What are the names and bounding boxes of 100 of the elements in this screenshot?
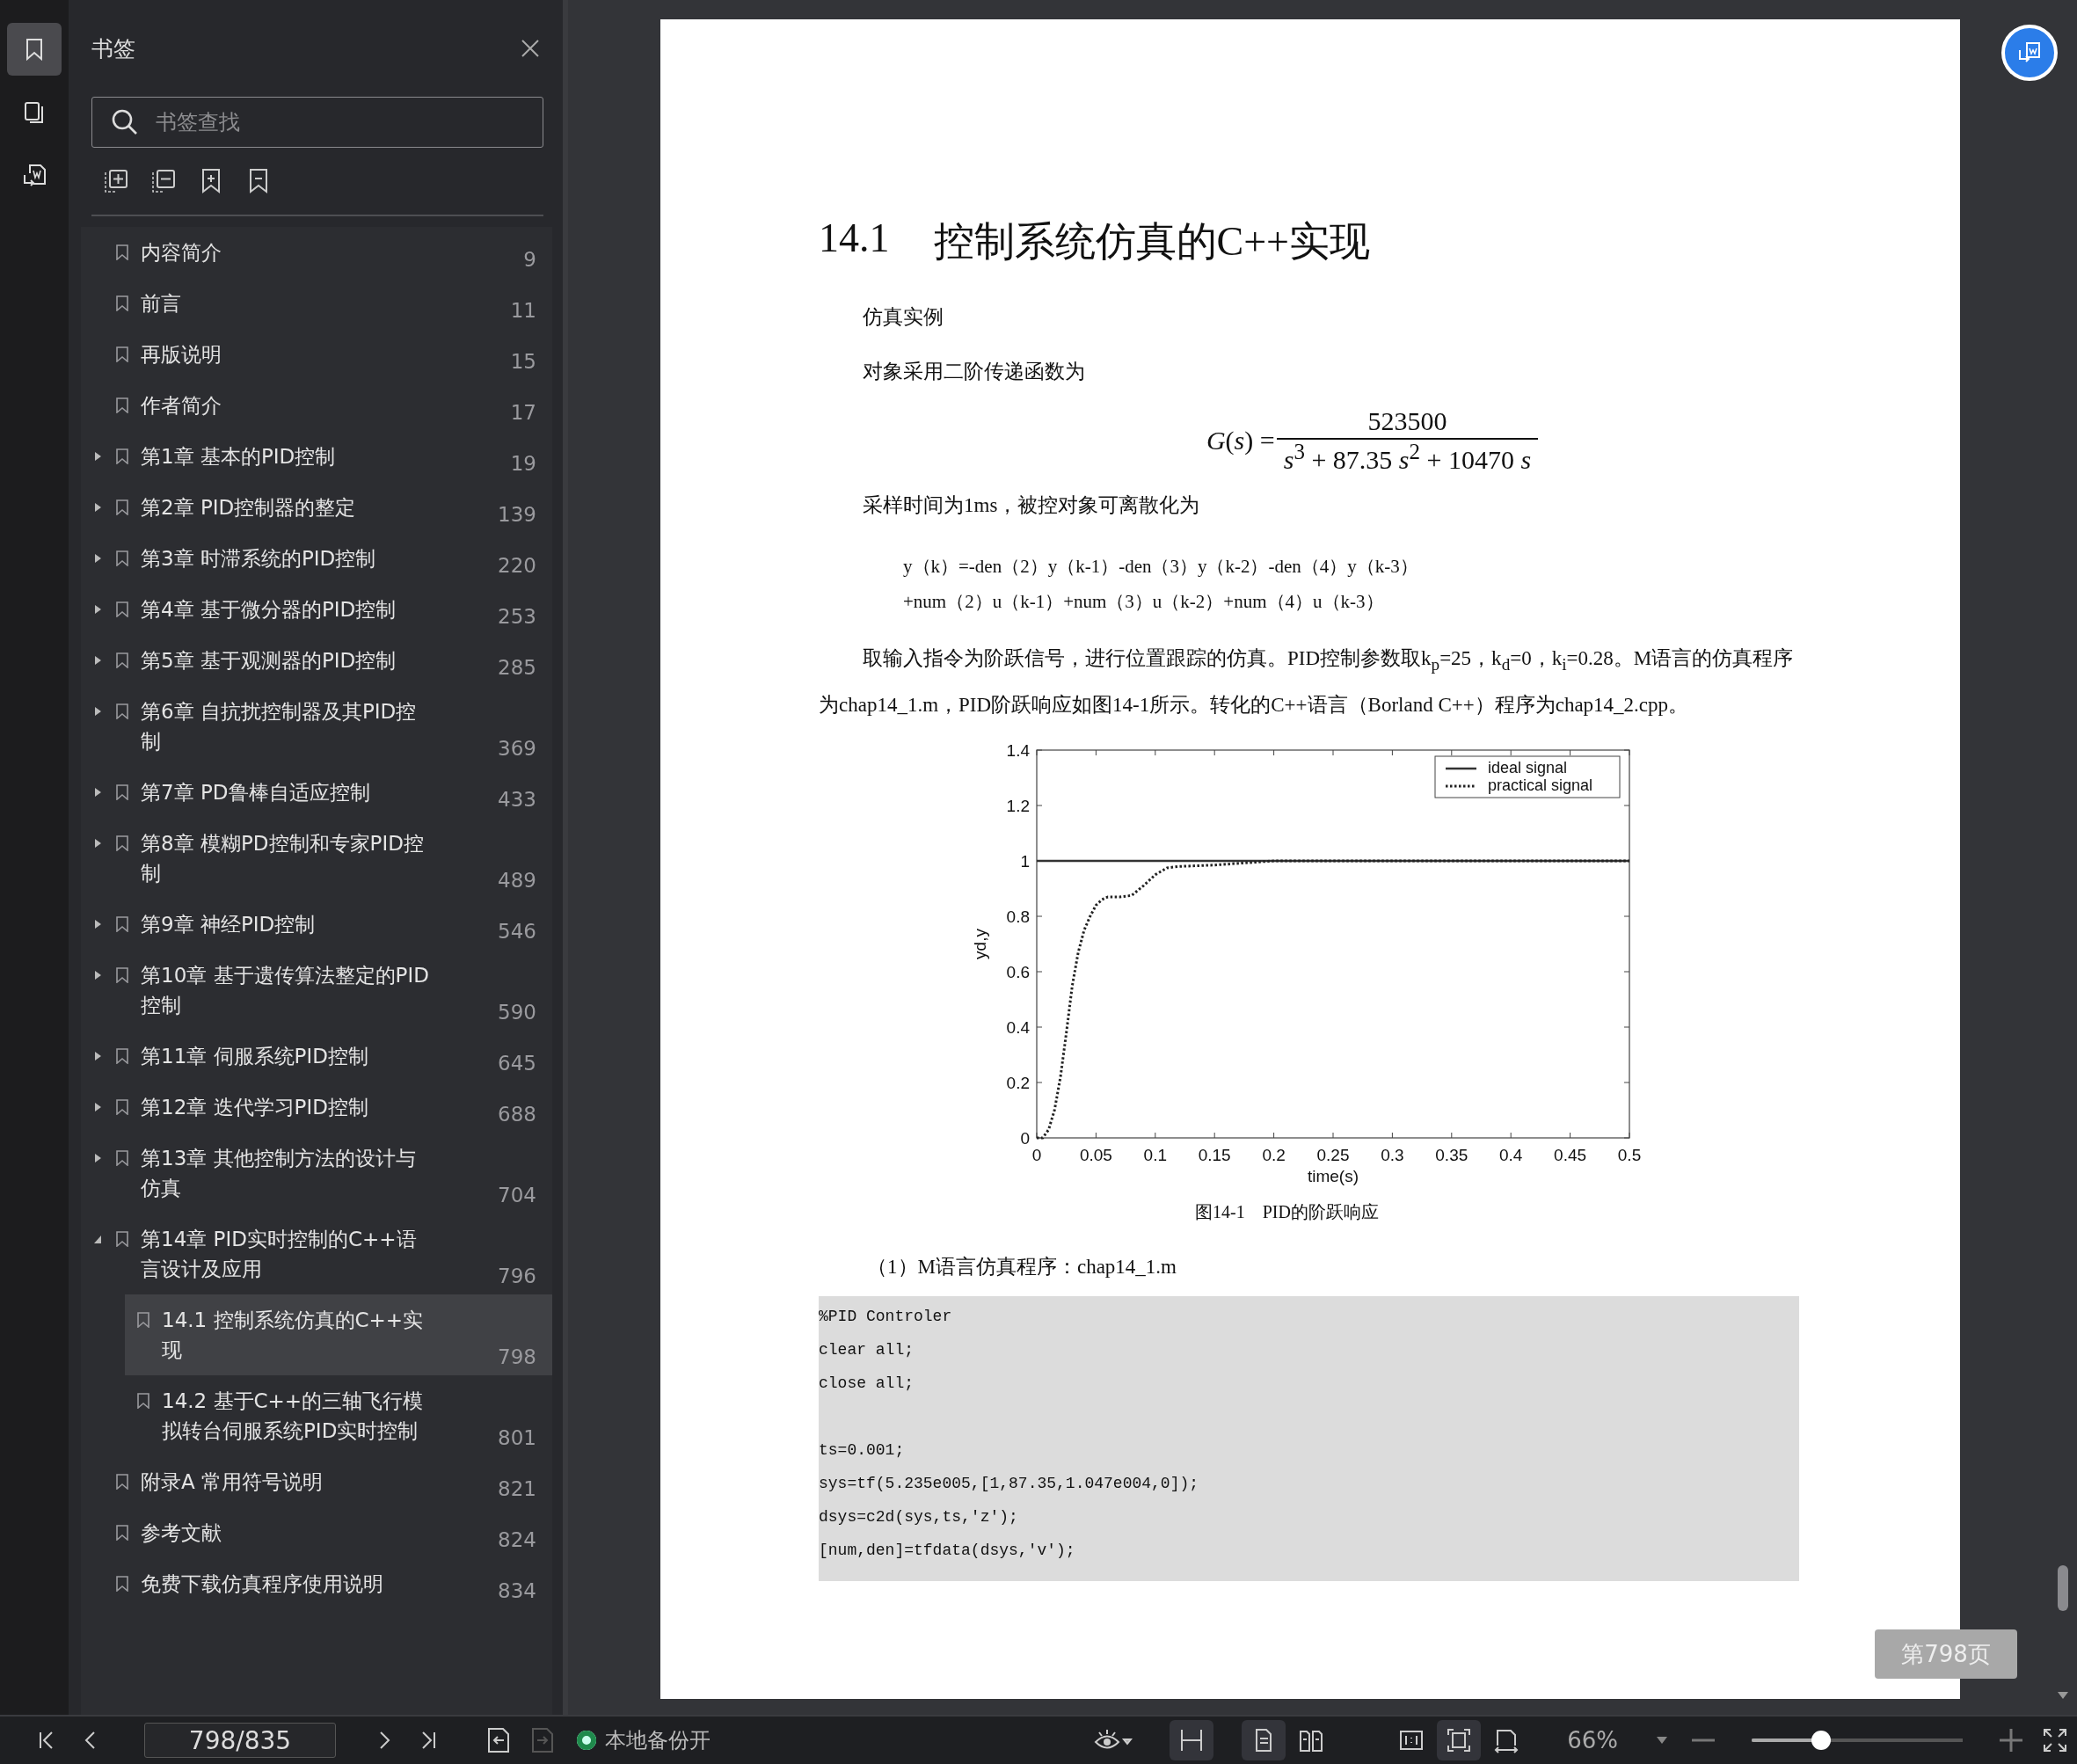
equation-line: y（k）=-den（2）y（k-1）-den（3）y（k-2）-den（4）y（k-3） <box>903 555 1419 579</box>
bookmark-icon <box>116 397 128 413</box>
code-line: %PID Controler <box>819 1306 953 1327</box>
y-axis-label: yd,y <box>971 928 989 959</box>
equation-line: +num（2）u（k-1）+num（3）u（k-2）+num（4）u（k-3） <box>903 590 1385 614</box>
bookmark-icon <box>116 601 128 617</box>
bookmark-item[interactable]: 第8章 模糊PD控制和专家PID控制 489 <box>81 818 552 899</box>
search-field[interactable]: 书签查找 <box>91 97 543 148</box>
collapsed-caret-icon[interactable] <box>93 1102 102 1112</box>
y-tick-label: 0.6 <box>1006 962 1030 981</box>
collapsed-caret-icon[interactable] <box>93 787 102 798</box>
scroll-down-icon[interactable] <box>2058 1692 2068 1699</box>
y-tick-label: 0.8 <box>1006 907 1030 926</box>
bookmark-item[interactable]: 内容简介 9 <box>81 227 552 278</box>
y-tick-label: 1.4 <box>1006 740 1030 760</box>
bookmark-item[interactable]: 第9章 神经PID控制 546 <box>81 899 552 950</box>
x-tick-label: 0.5 <box>1617 1145 1642 1164</box>
bookmark-item[interactable]: 第13章 其他控制方法的设计与仿真 704 <box>81 1133 552 1214</box>
paragraph: 采样时间为1ms，被控对象可离散化为 <box>862 493 1201 518</box>
bookmark-item[interactable]: 第2章 PID控制器的整定 139 <box>81 482 552 533</box>
bookmark-icon <box>116 703 128 719</box>
collapsed-caret-icon[interactable] <box>93 553 102 564</box>
convert-float-button[interactable] <box>2001 25 2058 81</box>
bookmark-icon <box>116 916 128 932</box>
paragraph: 仿真实例 <box>862 305 944 330</box>
collapsed-caret-icon[interactable] <box>93 970 102 980</box>
bookmark-item[interactable]: 第12章 迭代学习PID控制 688 <box>81 1082 552 1133</box>
figure-caption: 图14-1 PID的阶跃响应 <box>1194 1200 1380 1223</box>
x-tick-label: 0.4 <box>1499 1145 1523 1164</box>
bookmark-item[interactable]: 参考文献 824 <box>81 1507 552 1558</box>
caret-icon[interactable] <box>1657 1737 1667 1744</box>
x-tick-label: 0.35 <box>1435 1145 1468 1164</box>
scrollbar-thumb[interactable] <box>2058 1565 2068 1611</box>
y-tick-label: 1.2 <box>1006 796 1030 815</box>
page-number-field[interactable]: 798/835 <box>144 1723 336 1758</box>
bookmark-item[interactable]: 再版说明 15 <box>81 329 552 380</box>
code-line: sys=tf(5.235e005,[1,87.35,1.047e004,0]); <box>819 1473 1200 1494</box>
x-tick-label: 0.2 <box>1262 1145 1286 1164</box>
collapsed-caret-icon[interactable] <box>93 451 102 462</box>
formula-denominator: s$^{3}$ + 87.35 s$^{2}$ + 10470 s <box>1282 440 1533 475</box>
section-number: 14.1 <box>819 215 890 262</box>
x-tick-label: 0.25 <box>1316 1145 1350 1164</box>
bookmark-item[interactable]: 第5章 基于观测器的PID控制 285 <box>81 635 552 686</box>
page-indicator: 第798页 <box>1875 1629 2017 1679</box>
close-icon[interactable] <box>521 39 540 58</box>
code-line: close all; <box>819 1373 915 1394</box>
collapsed-caret-icon[interactable] <box>93 502 102 513</box>
y-tick-label: 0.2 <box>1006 1073 1030 1092</box>
fit-page-icon[interactable] <box>1437 1720 1482 1760</box>
bookmark-item[interactable]: 14.2 基于C++的三轴飞行模拟转台伺服系统PID实时控制 801 <box>125 1375 552 1456</box>
collapsed-caret-icon[interactable] <box>93 1153 102 1163</box>
bookmark-item[interactable]: 作者简介 17 <box>81 380 552 431</box>
formula-numerator: 523500 <box>1276 406 1539 440</box>
bookmark-item[interactable]: 第14章 PID实时控制的C++语言设计及应用 796 <box>81 1214 552 1294</box>
y-tick-label: 1 <box>1020 851 1030 871</box>
bookmark-item[interactable]: 第1章 基本的PID控制 19 <box>81 431 552 482</box>
bookmark-icon <box>116 784 128 800</box>
x-tick-label: 0.1 <box>1143 1145 1167 1164</box>
paragraph: 取输入指令为阶跃信号，进行位置跟踪的仿真。PID控制参数取k$_{p}$=25，k$_{d}$=0，k$_{i}$=0.28。M语言的仿真程序为chap14_1.m，PID阶跃响应如图14-1所示。转化的C++语言（Borland C++）程序为chap14_2.cpp。 <box>819 646 1795 718</box>
zoom-level[interactable]: 66% <box>1567 1727 1618 1753</box>
bookmark-item[interactable]: 附录A 常用符号说明 821 <box>81 1456 552 1507</box>
collapsed-caret-icon[interactable] <box>93 655 102 666</box>
single-page-icon[interactable] <box>1242 1720 1286 1760</box>
bookmark-item[interactable]: 第4章 基于微分器的PID控制 253 <box>81 584 552 635</box>
bookmark-icon <box>116 244 128 260</box>
y-tick-label: 0.4 <box>1006 1017 1030 1037</box>
x-tick-label: 0.45 <box>1554 1145 1587 1164</box>
collapsed-caret-icon[interactable] <box>93 919 102 929</box>
x-tick-label: 0.3 <box>1381 1145 1404 1164</box>
collapsed-caret-icon[interactable] <box>93 604 102 615</box>
bookmark-item[interactable]: 第3章 时滞系统的PID控制 220 <box>81 533 552 584</box>
bookmark-item[interactable]: 第6章 自抗扰控制器及其PID控制 369 <box>81 686 552 767</box>
legend-label: practical signal <box>1488 776 1593 794</box>
bookmark-item[interactable]: 第11章 伺服系统PID控制 645 <box>81 1031 552 1082</box>
pages-icon[interactable] <box>24 101 45 124</box>
collapsed-caret-icon[interactable] <box>93 1051 102 1061</box>
x-tick-label: 0.05 <box>1079 1145 1112 1164</box>
legend-solid-line <box>1446 767 1476 769</box>
bookmark-item[interactable]: 前言 11 <box>81 278 552 329</box>
bookmark-item[interactable]: 第7章 PD鲁棒自适应控制 433 <box>81 767 552 818</box>
bookmark-icon <box>137 1312 149 1328</box>
collapsed-caret-icon[interactable] <box>93 838 102 849</box>
bookmark-item[interactable]: 免费下载仿真程序使用说明 834 <box>81 1558 552 1609</box>
fit-width-icon[interactable] <box>1170 1720 1214 1760</box>
bookmark-icon <box>116 550 128 566</box>
bookmark-icon <box>116 1048 128 1064</box>
program-title: （1）M语言仿真程序：chap14_1.m <box>866 1254 1177 1279</box>
expanded-caret-icon[interactable] <box>93 1234 102 1244</box>
code-line: ts=0.001; <box>819 1440 906 1461</box>
search-icon <box>111 108 139 136</box>
bookmark-item[interactable]: 14.1 控制系统仿真的C++实现 798 <box>125 1294 552 1375</box>
bookmark-item[interactable]: 第10章 基于遗传算法整定的PID控制 590 <box>81 950 552 1031</box>
bookmark-icon[interactable] <box>26 38 43 61</box>
bookmark-panel-button[interactable] <box>7 23 62 76</box>
collapsed-caret-icon[interactable] <box>93 706 102 717</box>
bookmark-icon <box>116 295 128 311</box>
bookmark-icon <box>116 1474 128 1490</box>
bookmark-icon <box>116 1231 128 1247</box>
bookmark-icon <box>116 835 128 851</box>
x-tick-label: 0.15 <box>1198 1145 1231 1164</box>
